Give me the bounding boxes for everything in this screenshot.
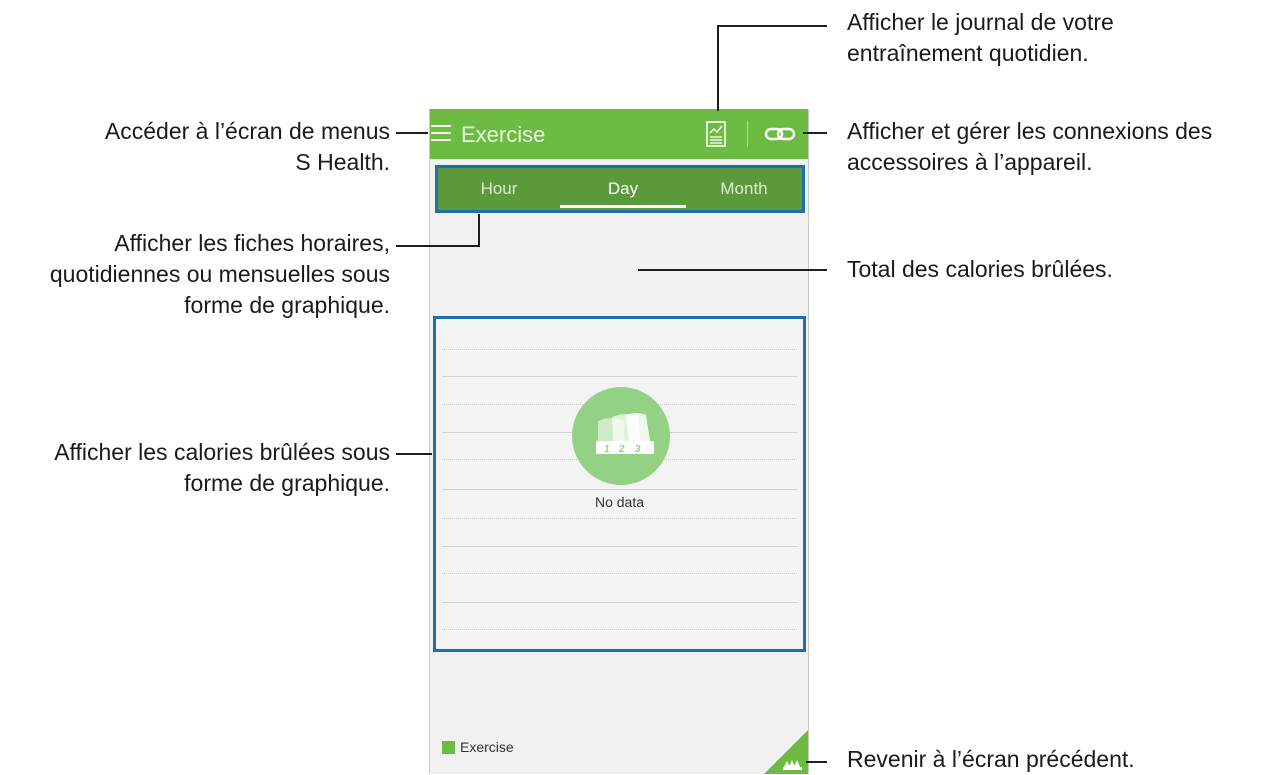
tab-month[interactable]: Month — [686, 168, 802, 210]
annotation-line: Accéder à l’écran de menus — [104, 118, 390, 144]
grid-line — [442, 518, 797, 519]
annotation-daily-log: Afficher le journal de votre entraînemen… — [847, 7, 1114, 69]
legend-swatch — [442, 741, 455, 754]
annotation-line: entraînement quotidien. — [847, 40, 1089, 66]
annotation-line: Afficher les calories brûlées sous — [54, 439, 390, 465]
legend-label: Exercise — [460, 739, 514, 755]
exercise-ranking-icon: 1 2 3 — [596, 413, 654, 455]
tab-day[interactable]: Day — [560, 168, 686, 210]
annotation-tabs: Afficher les fiches horaires, quotidienn… — [50, 228, 390, 321]
no-data-badge: 1 2 3 — [572, 387, 670, 485]
grid-line — [442, 629, 797, 630]
annotation-back: Revenir à l’écran précédent. — [847, 744, 1135, 775]
tab-hour[interactable]: Hour — [438, 168, 560, 210]
annotation-line: forme de graphique. — [184, 292, 390, 318]
svg-text:2: 2 — [618, 444, 625, 455]
annotation-line: Revenir à l’écran précédent. — [847, 746, 1135, 772]
grid-line — [442, 489, 797, 490]
back-corner-button[interactable] — [764, 730, 808, 774]
svg-text:1: 1 — [604, 444, 610, 455]
svg-text:3: 3 — [635, 444, 641, 455]
callout-line-tabs — [478, 214, 480, 247]
annotation-line: Total des calories brûlées. — [847, 256, 1113, 282]
daily-log-icon[interactable] — [706, 121, 726, 147]
period-tabs: Hour Day Month — [435, 165, 805, 213]
annotation-accessories: Afficher et gérer les connexions des acc… — [847, 116, 1212, 178]
grid-line — [442, 349, 797, 350]
action-bar-separator — [747, 121, 748, 147]
annotation-line: Afficher le journal de votre — [847, 9, 1114, 35]
callout-line-accessories — [803, 132, 827, 134]
annotation-line: forme de graphique. — [184, 470, 390, 496]
page-title: Exercise — [461, 122, 546, 147]
hamburger-icon[interactable] — [431, 125, 451, 142]
grid-line — [442, 602, 797, 603]
grid-line — [442, 376, 797, 377]
callout-line-graph — [396, 453, 432, 455]
annotation-total: Total des calories brûlées. — [847, 254, 1113, 285]
annotation-graph: Afficher les calories brûlées sous forme… — [54, 437, 390, 499]
calorie-graph: 1 2 3 No data — [433, 316, 806, 652]
callout-line-tabs — [396, 245, 480, 247]
active-tab-indicator — [560, 205, 686, 208]
callout-line-daily-log — [717, 25, 719, 111]
no-data-label: No data — [594, 494, 645, 510]
annotation-line: Afficher les fiches horaires, — [114, 230, 390, 256]
callout-line-back — [806, 761, 827, 763]
annotation-line: Afficher et gérer les connexions des — [847, 118, 1213, 144]
link-icon[interactable] — [764, 124, 796, 144]
graph-legend: Exercise — [442, 739, 514, 755]
annotation-line: accessoires à l’appareil. — [847, 149, 1093, 175]
phone-screen: Exercise Hour Day Month 1 2 3 No data Ex… — [429, 109, 809, 774]
annotation-line: S Health. — [295, 149, 390, 175]
callout-line-total — [638, 269, 827, 271]
annotation-menu: Accéder à l’écran de menus S Health. — [105, 116, 390, 178]
callout-line-daily-log — [717, 25, 827, 27]
annotation-line: quotidiennes ou mensuelles sous — [49, 261, 390, 287]
action-bar: Exercise — [430, 109, 808, 159]
grid-line — [442, 573, 797, 574]
callout-line-menu — [396, 132, 428, 134]
grid-line — [442, 546, 797, 547]
